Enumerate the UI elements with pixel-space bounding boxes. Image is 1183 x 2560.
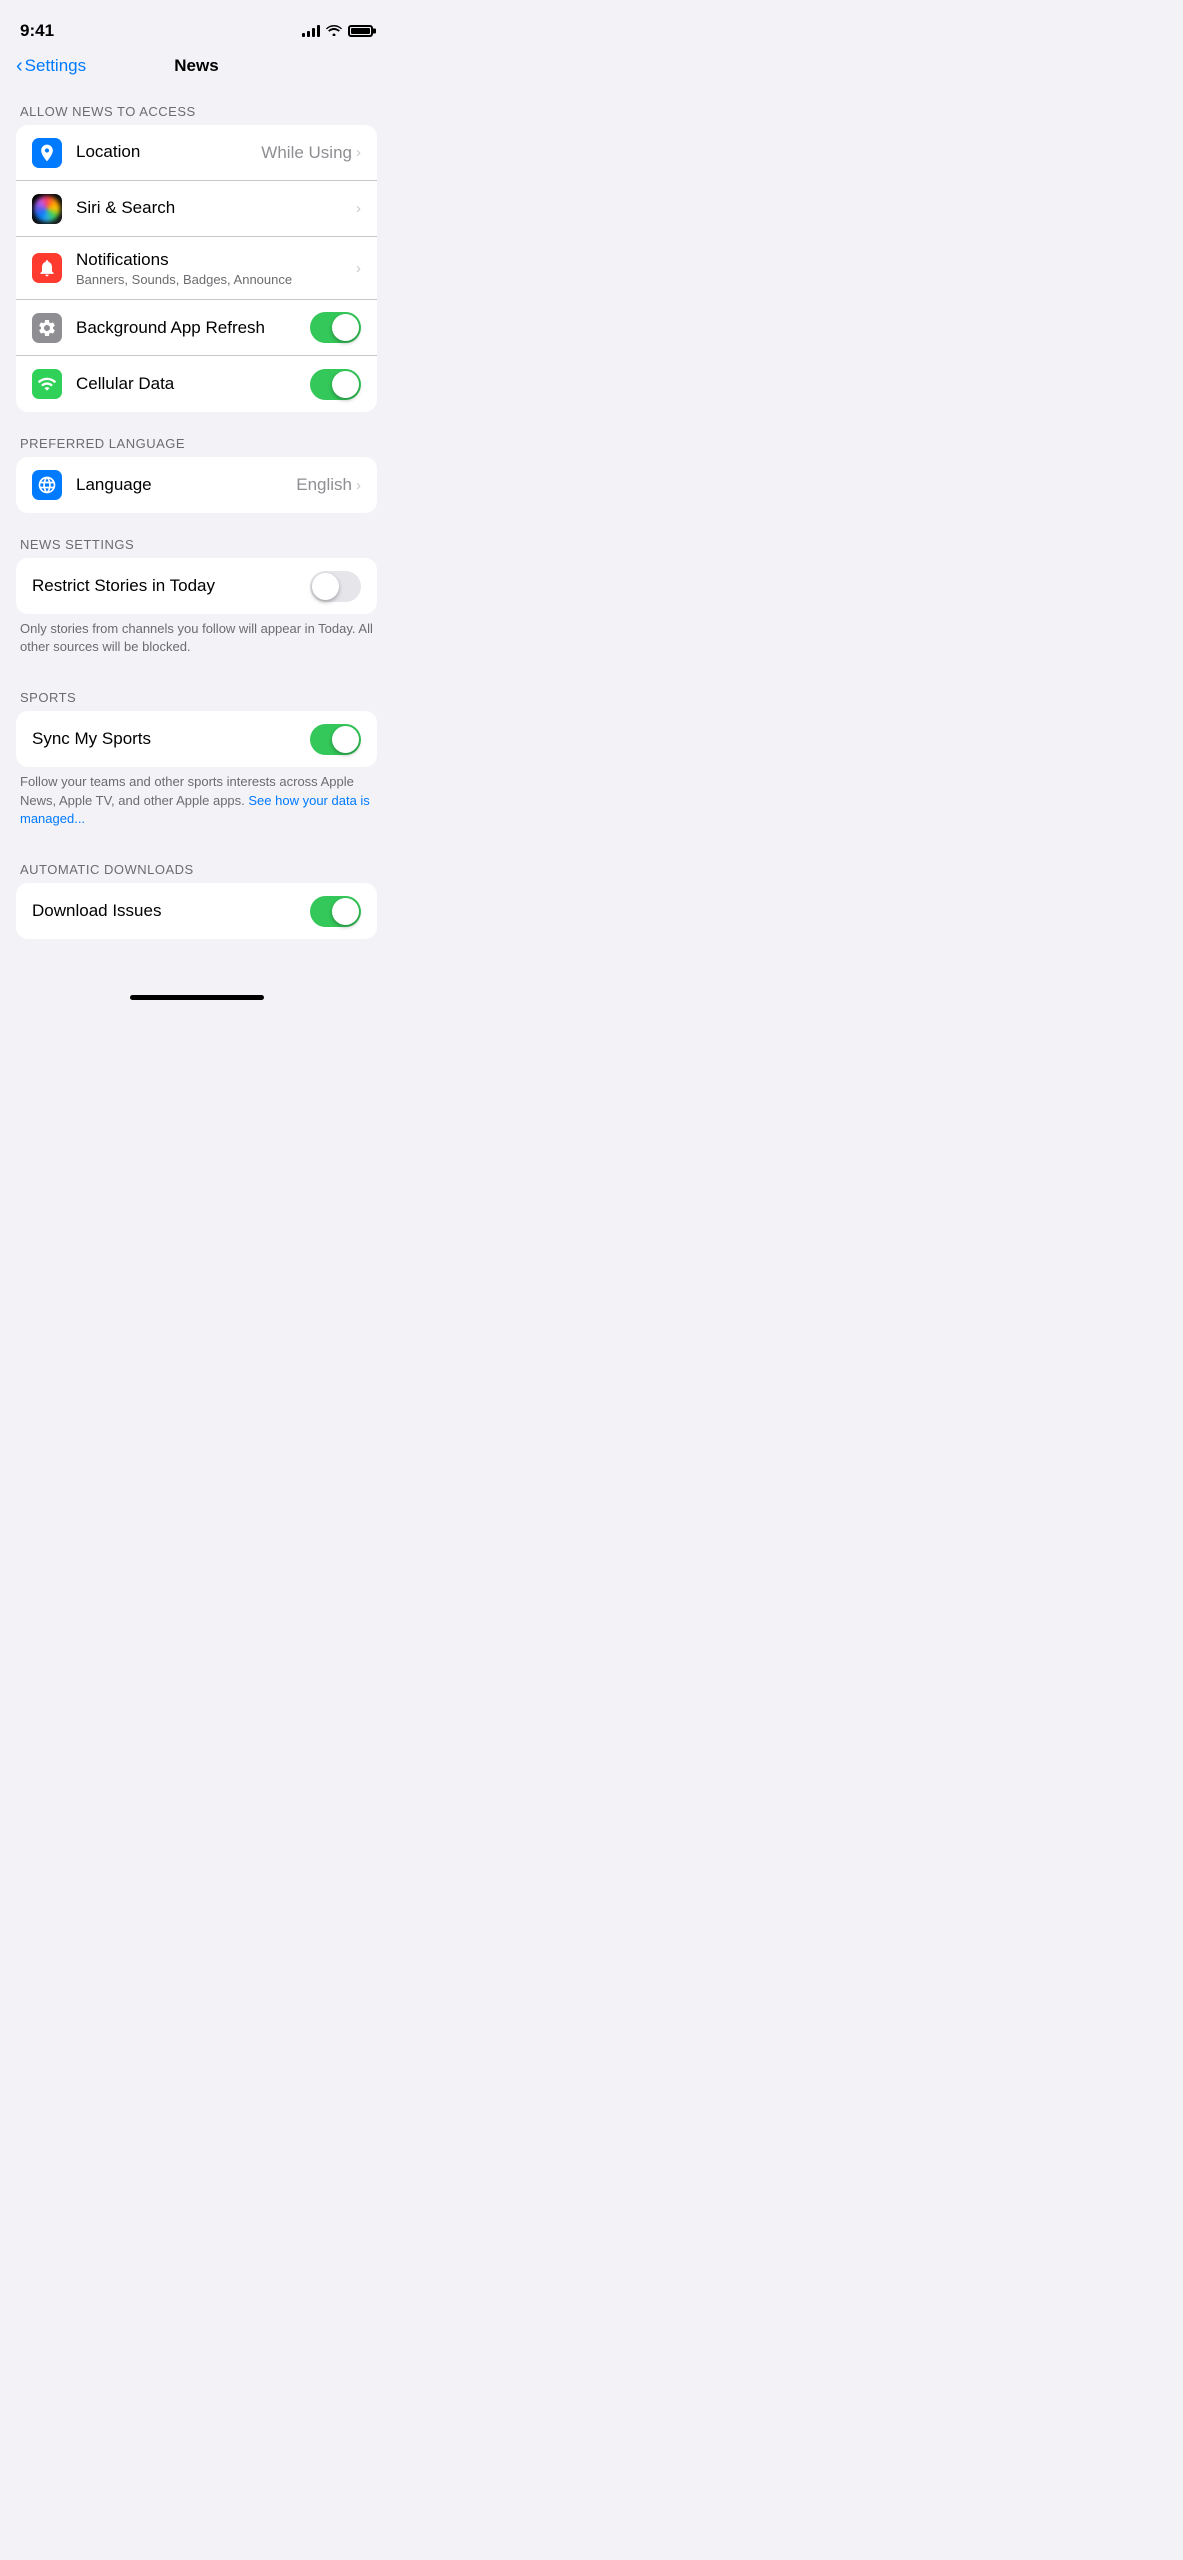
row-title-background-refresh: Background App Refresh: [76, 317, 310, 339]
icon-language: [32, 470, 62, 500]
battery-icon: [348, 25, 373, 37]
icon-notifications: [32, 253, 62, 283]
section-header: NEWS SETTINGS: [0, 521, 393, 558]
toggle-switch[interactable]: [310, 369, 361, 400]
toggle-switch[interactable]: [310, 896, 361, 927]
icon-cellular-data: [32, 369, 62, 399]
toggle-switch[interactable]: [310, 724, 361, 755]
section-footer-sports: Follow your teams and other sports inter…: [0, 767, 393, 838]
section-preferred-language: PREFERRED LANGUAGE LanguageEnglish›: [0, 420, 393, 513]
card-news-settings: Restrict Stories in Today: [16, 558, 377, 614]
card-automatic-downloads: Download Issues: [16, 883, 377, 939]
status-time: 9:41: [20, 21, 54, 41]
row-subtitle-notifications: Banners, Sounds, Badges, Announce: [76, 272, 356, 287]
back-button[interactable]: ‹ Settings: [16, 56, 86, 76]
row-sync-sports[interactable]: Sync My Sports: [16, 711, 377, 767]
chevron-right-icon: ›: [356, 200, 361, 217]
row-restrict-stories[interactable]: Restrict Stories in Today: [16, 558, 377, 614]
section-sports: SPORTS Sync My Sports Follow your teams an…: [0, 674, 393, 838]
signal-icon: [302, 25, 320, 37]
row-right-text-language: English: [296, 475, 352, 495]
icon-background-refresh: [32, 313, 62, 343]
section-allow-access: ALLOW NEWS TO ACCESS LocationWhile Using…: [0, 88, 393, 412]
row-title-siri-search: Siri & Search: [76, 197, 356, 219]
nav-bar: ‹ Settings News: [0, 48, 393, 88]
row-title-restrict-stories: Restrict Stories in Today: [32, 575, 310, 597]
section-header: PREFERRED LANGUAGE: [0, 420, 393, 457]
wifi-icon: [326, 24, 342, 39]
section-automatic-downloads: AUTOMATIC DOWNLOADS Download Issues: [0, 846, 393, 939]
row-download-issues[interactable]: Download Issues: [16, 883, 377, 939]
card-preferred-language: LanguageEnglish›: [16, 457, 377, 513]
row-notifications[interactable]: NotificationsBanners, Sounds, Badges, An…: [16, 237, 377, 300]
section-news-settings: NEWS SETTINGS Restrict Stories in Today On…: [0, 521, 393, 666]
section-footer-news-settings: Only stories from channels you follow wi…: [0, 614, 393, 666]
row-cellular-data[interactable]: Cellular Data: [16, 356, 377, 412]
status-bar: 9:41: [0, 0, 393, 48]
home-indicator: [0, 987, 393, 1006]
row-title-download-issues: Download Issues: [32, 900, 310, 922]
footer-link-sports[interactable]: See how your data is managed...: [20, 793, 370, 826]
card-sports: Sync My Sports: [16, 711, 377, 767]
toggle-switch[interactable]: [310, 571, 361, 602]
chevron-right-icon: ›: [356, 260, 361, 277]
row-right-text-location: While Using: [261, 143, 352, 163]
row-location[interactable]: LocationWhile Using›: [16, 125, 377, 181]
row-language[interactable]: LanguageEnglish›: [16, 457, 377, 513]
section-header: AUTOMATIC DOWNLOADS: [0, 846, 393, 883]
content: ALLOW NEWS TO ACCESS LocationWhile Using…: [0, 88, 393, 987]
page-title: News: [174, 56, 218, 76]
row-title-cellular-data: Cellular Data: [76, 373, 310, 395]
icon-siri-search: [32, 194, 62, 224]
section-header: SPORTS: [0, 674, 393, 711]
row-siri-search[interactable]: Siri & Search›: [16, 181, 377, 237]
section-header: ALLOW NEWS TO ACCESS: [0, 88, 393, 125]
row-title-notifications: Notifications: [76, 249, 356, 271]
row-title-language: Language: [76, 474, 296, 496]
icon-location: [32, 138, 62, 168]
chevron-right-icon: ›: [356, 477, 361, 494]
status-icons: [302, 24, 373, 39]
row-title-sync-sports: Sync My Sports: [32, 728, 310, 750]
toggle-switch[interactable]: [310, 312, 361, 343]
chevron-right-icon: ›: [356, 144, 361, 161]
row-title-location: Location: [76, 141, 261, 163]
card-allow-access: LocationWhile Using›Siri & Search› Notif…: [16, 125, 377, 412]
row-background-refresh[interactable]: Background App Refresh: [16, 300, 377, 356]
